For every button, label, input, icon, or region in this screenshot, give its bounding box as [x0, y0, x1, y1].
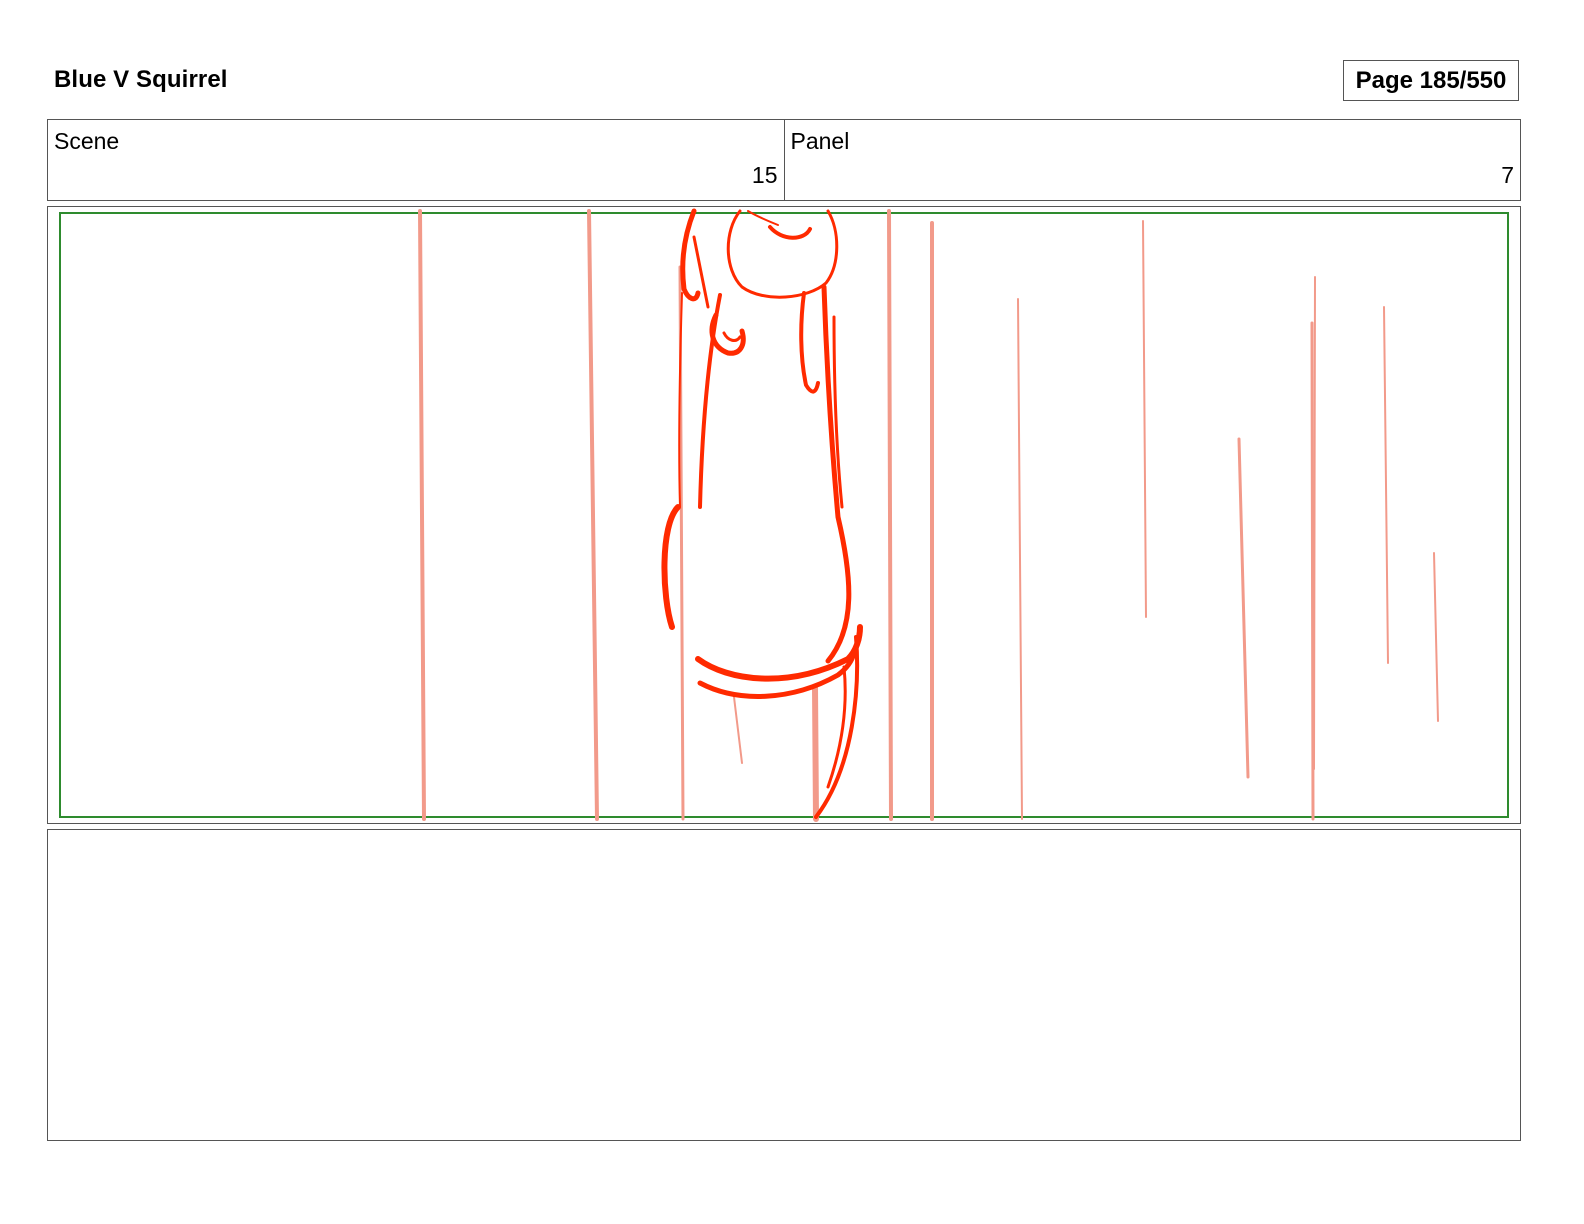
rain-line	[1383, 306, 1389, 664]
head-circle	[726, 209, 839, 299]
head-inner-curve	[768, 225, 812, 240]
panel-cell: Panel 7	[783, 120, 1521, 200]
page-indicator-label: Page 185/550	[1355, 66, 1507, 94]
document-title: Blue V Squirrel	[54, 66, 228, 93]
ear-left	[680, 208, 701, 302]
rain-line	[887, 209, 893, 821]
character-sketch	[661, 208, 863, 819]
rain-lines	[418, 209, 1439, 822]
rain-line	[1017, 298, 1023, 820]
safe-frame	[59, 212, 1509, 818]
panel-notes-box	[47, 829, 1521, 1141]
panel-drawing	[59, 208, 1509, 822]
rain-line	[1313, 276, 1316, 770]
rain-line	[1237, 437, 1250, 779]
rain-line	[733, 696, 743, 764]
scene-number: 15	[751, 162, 778, 188]
scene-cell: Scene 15	[48, 120, 784, 200]
panel-label: Panel	[790, 128, 850, 154]
arm-curl-inner	[722, 331, 742, 342]
rain-line	[1433, 552, 1439, 722]
scene-panel-info: Scene 15 Panel 7	[47, 119, 1521, 201]
right-body-outer	[821, 284, 852, 664]
rain-line	[812, 684, 819, 822]
rain-line	[418, 209, 426, 821]
left-hip	[661, 504, 681, 630]
scene-label: Scene	[54, 128, 120, 154]
storyboard-panel	[47, 206, 1521, 824]
panel-number: 7	[1501, 162, 1514, 188]
page-indicator: Page 185/550	[1343, 60, 1519, 101]
rain-line	[587, 209, 599, 821]
rain-line	[1310, 321, 1315, 821]
right-body-line	[799, 291, 820, 394]
rain-line	[1142, 220, 1147, 618]
